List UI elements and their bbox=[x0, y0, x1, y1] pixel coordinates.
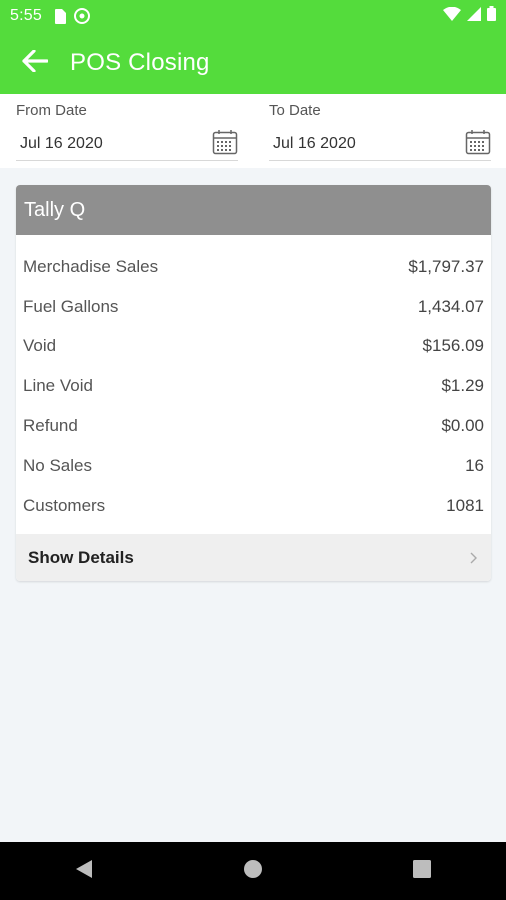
from-date-label: From Date bbox=[16, 102, 87, 119]
tally-card: Tally Q Merchadise Sales $1,797.37 Fuel … bbox=[16, 185, 491, 581]
status-bar: 5:55 bbox=[0, 0, 506, 32]
signal-icon bbox=[467, 6, 481, 26]
summary-row-customers: Customers 1081 bbox=[16, 486, 491, 526]
battery-icon bbox=[487, 6, 496, 26]
show-details-button[interactable]: Show Details bbox=[16, 534, 491, 581]
to-date-block: To Date Jul 16 2020 bbox=[269, 102, 491, 161]
row-value: 1,434.07 bbox=[417, 296, 484, 316]
nav-recents-button[interactable] bbox=[392, 842, 452, 900]
from-date-block: From Date Jul 16 2020 bbox=[16, 102, 238, 161]
from-date-value: Jul 16 2020 bbox=[20, 134, 103, 152]
row-label: Void bbox=[23, 336, 57, 356]
circle-home-icon bbox=[243, 859, 263, 884]
calendar-icon[interactable] bbox=[212, 129, 238, 155]
row-value: $0.00 bbox=[441, 416, 484, 436]
page-title: POS Closing bbox=[70, 49, 210, 76]
status-time: 5:55 bbox=[10, 7, 42, 24]
date-filter-panel: From Date Jul 16 2020 To Date Jul 16 202… bbox=[0, 94, 506, 168]
app-bar: POS Closing bbox=[0, 32, 506, 94]
row-value: $1,797.37 bbox=[408, 256, 484, 276]
arrow-left-icon bbox=[22, 48, 49, 77]
nav-home-button[interactable] bbox=[223, 842, 283, 900]
from-date-field[interactable]: Jul 16 2020 bbox=[16, 127, 238, 161]
status-right-icons bbox=[443, 6, 496, 26]
sim-card-icon bbox=[54, 8, 66, 24]
sync-icon bbox=[73, 8, 90, 24]
triangle-back-icon bbox=[75, 859, 93, 884]
chevron-right-icon bbox=[469, 552, 477, 564]
row-value: 16 bbox=[465, 455, 484, 475]
back-button[interactable] bbox=[0, 32, 70, 94]
row-label: Fuel Gallons bbox=[23, 296, 119, 316]
summary-row-no-sales: No Sales 16 bbox=[16, 446, 491, 486]
wifi-icon bbox=[443, 6, 461, 26]
to-date-field[interactable]: Jul 16 2020 bbox=[269, 127, 491, 161]
show-details-label: Show Details bbox=[28, 547, 134, 567]
row-value: $156.09 bbox=[422, 336, 484, 356]
summary-row-merchandise-sales: Merchadise Sales $1,797.37 bbox=[16, 247, 491, 287]
calendar-icon[interactable] bbox=[465, 129, 491, 155]
square-recents-icon bbox=[412, 859, 431, 883]
row-value: 1081 bbox=[446, 495, 484, 515]
to-date-label: To Date bbox=[269, 102, 321, 119]
row-label: Customers bbox=[23, 495, 106, 515]
summary-row-line-void: Line Void $1.29 bbox=[16, 366, 491, 406]
summary-row-fuel-gallons: Fuel Gallons 1,434.07 bbox=[16, 287, 491, 327]
row-label: Refund bbox=[23, 416, 78, 436]
row-label: Merchadise Sales bbox=[23, 256, 159, 276]
summary-row-void: Void $156.09 bbox=[16, 327, 491, 367]
row-label: No Sales bbox=[23, 455, 92, 475]
system-nav-bar bbox=[0, 842, 506, 900]
to-date-value: Jul 16 2020 bbox=[273, 134, 356, 152]
row-value: $1.29 bbox=[441, 376, 484, 396]
card-title: Tally Q bbox=[16, 185, 491, 235]
summary-list: Merchadise Sales $1,797.37 Fuel Gallons … bbox=[16, 235, 491, 526]
summary-row-refund: Refund $0.00 bbox=[16, 406, 491, 446]
nav-back-button[interactable] bbox=[54, 842, 114, 900]
row-label: Line Void bbox=[23, 376, 93, 396]
